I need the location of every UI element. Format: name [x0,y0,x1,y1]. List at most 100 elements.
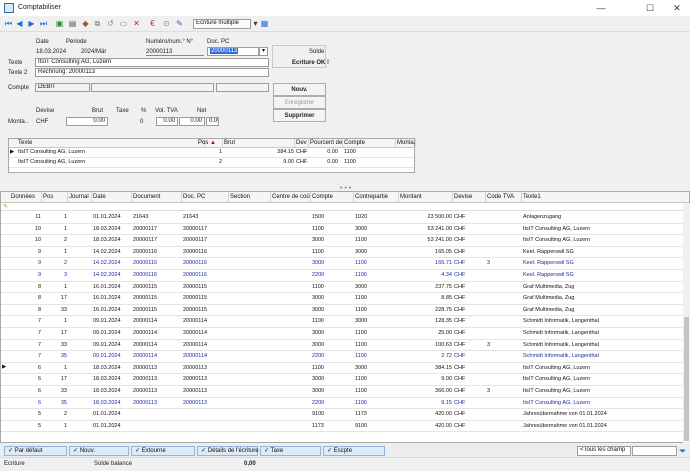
col-centre-cout[interactable]: Centre de coût [271,192,311,202]
copy-icon[interactable]: ⧉ [93,19,102,28]
vertical-scrollbar[interactable] [683,203,690,443]
close-button[interactable]: ✕ [664,0,690,16]
journal-row[interactable]: ▶ 6 1 18.03.2024 20000113 20000113 1100 3000 384… [1,363,689,375]
journal-row[interactable]: 8 17 16.01.2024 20000115 20000115 3000 1100 8.8… [1,293,689,305]
previous-record-icon[interactable]: ◀ [15,19,24,28]
journal-row[interactable]: 5 2 01.01.2024 9100 1173 420.00 CHF Jahresübern… [1,409,689,421]
line-compte: 1100 [344,149,356,155]
pct-field[interactable]: 0.00 [156,117,178,126]
net-field[interactable]: 0.00 [206,117,219,126]
par-defaut-label: Par défaut [14,448,43,454]
col-texte1[interactable]: Texte1 [522,192,682,202]
scrollbar-thumb[interactable] [684,317,689,441]
booking-mode-select[interactable]: Ecriture multiple [193,19,251,29]
journal-row[interactable]: 9 1 14.02.2024 20000116 20000116 1100 3000 165.… [1,247,689,259]
first-record-icon[interactable]: ⏮ [4,19,13,28]
cell-compte: 1100 [312,248,324,255]
col-donnees[interactable]: Données [10,192,42,202]
line-row[interactable]: ItsIT Consulting AG, Luzern 2 9.00 CHF 0… [9,158,414,168]
line-row[interactable]: ▶ ItsIT Consulting AG, Luzern 1 384.15 C… [9,148,414,158]
enregistrer-button[interactable]: Enregistrer [273,96,326,109]
col-doc-pc[interactable]: Doc. PC [182,192,229,202]
journal-row[interactable]: 5 1 01.01.2024 1173 9100 420.00 CHF Jahresübern… [1,421,689,433]
filter-icon[interactable]: ⏷ [679,446,686,457]
col-section[interactable]: Section [229,192,271,202]
col-journal[interactable]: Journal [68,192,92,202]
journal-row[interactable]: 6 33 18.03.2024 20000113 20000113 3000 1100 366… [1,386,689,398]
filter-row[interactable]: ✎ [1,203,689,211]
journal-row[interactable]: 9 2 14.02.2024 20000116 20000116 3000 1100 165.… [1,258,689,270]
supprimer-button[interactable]: Supprimer [273,109,326,122]
vol-tva-field[interactable]: 0.00 [179,117,205,126]
nouv-button[interactable]: Nouv. [273,83,326,96]
journal-row[interactable]: 7 17 09.01.2024 20000114 20000114 3000 1100 25.… [1,328,689,340]
chevron-down-icon[interactable]: ▾ [251,19,260,28]
journal-row[interactable]: 9 3 14.02.2024 20000116 20000116 2200 1100 4.34… [1,270,689,282]
col-devise[interactable]: Devise [453,192,486,202]
col-montant[interactable]: Monta.. [396,139,416,147]
details-toggle[interactable]: ✓ Détails de l'écriture [197,446,259,456]
escpte-toggle[interactable]: ✓ Escpte [323,446,385,456]
col-texte[interactable]: Texte [17,139,205,147]
journal-row[interactable]: 7 1 09.01.2024 20000114 20000114 1100 3000 128.… [1,316,689,328]
texte2-field[interactable]: Rechnung: 20000113 [35,68,269,77]
calculator-icon[interactable]: € [148,19,157,28]
journal-row[interactable]: 6 35 18.03.2024 20000113 20000113 2200 1100 9.1… [1,398,689,410]
new-document-icon[interactable]: ▣ [55,19,64,28]
col-compte[interactable]: Compte [311,192,354,202]
journal-row[interactable]: 8 1 16.01.2024 20000115 20000115 1100 3000 237.… [1,282,689,294]
archive-icon[interactable]: ◆ [81,19,90,28]
col-document[interactable]: Document [132,192,182,202]
journal-row[interactable]: 10 2 18.03.2024 20000117 20000117 3000 1100 53 … [1,235,689,247]
cell-journal [68,305,92,316]
journal-row[interactable]: 7 33 09.01.2024 20000114 20000114 3000 1100 100… [1,340,689,352]
col-contrepartie[interactable]: Contrepartie [354,192,399,202]
cell-compte: 3000 [312,388,325,394]
col-pos[interactable]: Pos [42,192,68,202]
taxe-toggle[interactable]: ✓ Taxe [260,446,321,456]
save-icon[interactable]: ▭ [119,19,128,28]
delete-icon[interactable]: ✕ [132,19,141,28]
texte-field[interactable]: ItsIT Consulting AG, Luzern [35,58,269,67]
journal-row[interactable]: 7 35 09.01.2024 20000114 20000114 2200 1100 2.7… [1,351,689,363]
period-value[interactable]: 2024/Mär [81,49,106,55]
next-record-icon[interactable]: ▶ [27,19,36,28]
refresh-icon[interactable]: ⊙ [162,19,171,28]
col-montant[interactable]: Montant [399,192,453,202]
col-dev[interactable]: Dev [295,139,309,147]
taxe-value[interactable]: 0 [140,119,143,125]
maximize-button[interactable]: ☐ [637,0,663,16]
journal-row[interactable]: 6 17 18.03.2024 20000113 20000113 3000 1100 9.0… [1,374,689,386]
col-pourcent[interactable]: Pourcent de t [309,139,343,147]
col-code-tva[interactable]: Code TVA [486,192,522,202]
journal-row[interactable]: 11 1 01.01.2024 21643 21643 1500 1020 23 500.00… [1,212,689,224]
cell-journal [68,258,92,269]
number-field[interactable]: 20000113 [146,49,204,56]
cell-date: 09.01.2024 [93,318,121,325]
journal-row[interactable]: 10 1 18.03.2024 20000117 20000117 1100 3000 53 … [1,224,689,236]
col-pos[interactable]: Pos ▲ [197,139,223,147]
brut-field[interactable]: 0.00 [66,117,108,126]
nouv-toggle[interactable]: ✓ Nouv. [69,446,129,456]
calendar-icon[interactable]: ▦ [260,19,269,28]
doc-pc-field[interactable]: 20000113 [207,47,259,56]
filter-field-select[interactable]: <Tous les champ [577,446,631,456]
tools-icon[interactable]: ✎ [175,19,184,28]
col-compte[interactable]: Compte [343,139,396,147]
minimize-button[interactable]: — [588,0,614,16]
doc-pc-dropdown-button[interactable]: ▾ [259,47,268,56]
compte-field[interactable]: DEBIT [35,83,90,92]
filter-value-input[interactable] [632,446,677,456]
last-record-icon[interactable]: ⏭ [39,19,48,28]
extourne-toggle[interactable]: ✓ Extourne [131,446,195,456]
cell-contrepartie: 3000 [355,318,368,325]
print-icon[interactable]: ▤ [68,19,77,28]
par-defaut-toggle[interactable]: ✓ Par défaut [4,446,67,456]
undo-icon[interactable]: ↺ [106,19,115,28]
col-date[interactable]: Date [92,192,132,202]
devise-value[interactable]: CHF [36,119,48,125]
cell-montant: 2.72 [441,353,452,360]
journal-row[interactable]: 8 33 16.01.2024 20000115 20000115 3000 1100 228… [1,305,689,317]
date-value[interactable]: 18.03.2024 [36,49,66,55]
col-brut[interactable]: Brut [223,139,295,147]
